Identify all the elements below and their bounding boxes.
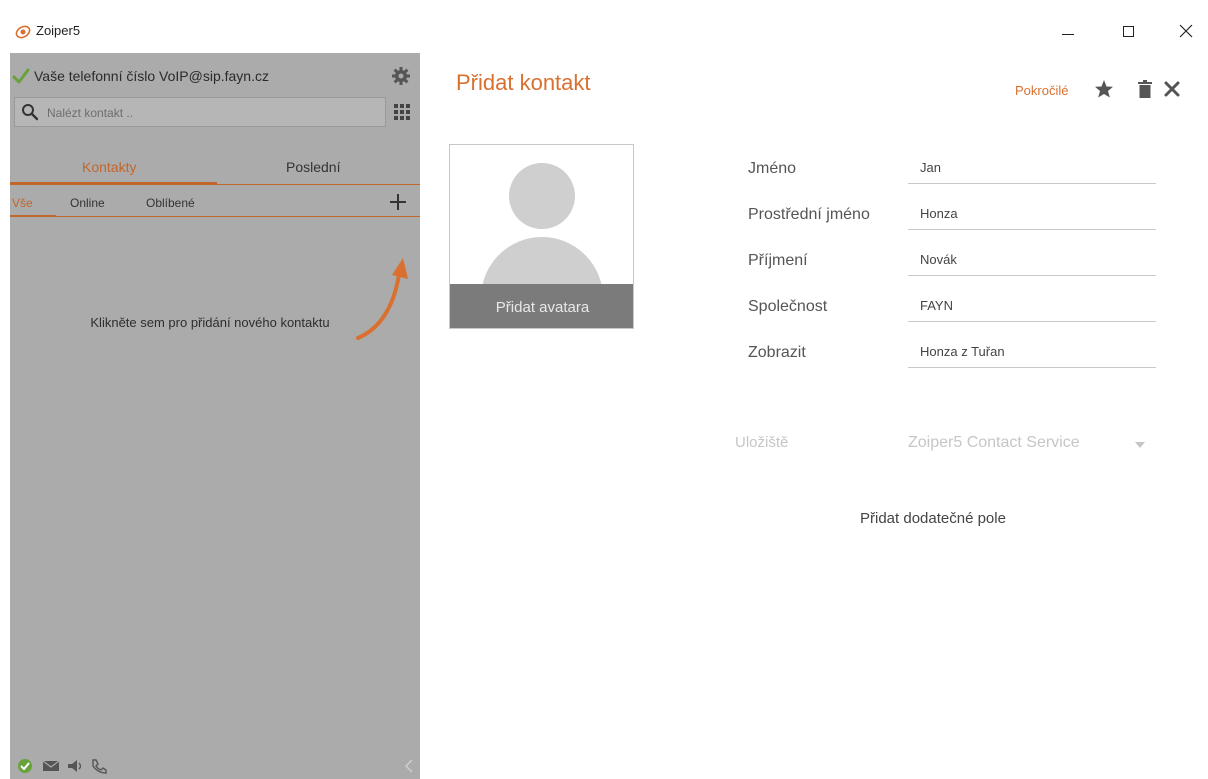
- last-name-field[interactable]: Novák: [908, 250, 1156, 276]
- window-title: Zoiper5: [36, 23, 81, 38]
- contact-filter-tabs: Vše Online Oblíbené: [10, 191, 420, 217]
- active-tab-indicator: [10, 182, 217, 185]
- first-name-label: Jméno: [748, 160, 797, 177]
- company-label: Společnost: [748, 298, 828, 315]
- add-contact-plus-icon[interactable]: [388, 192, 408, 212]
- storage-select[interactable]: Zoiper5 Contact Service: [908, 434, 1080, 452]
- account-label: Vaše telefonní číslo VoIP@sip.fayn.cz: [34, 68, 269, 84]
- messages-icon[interactable]: [42, 758, 60, 774]
- filter-all[interactable]: Vše: [12, 196, 33, 210]
- tab-contacts[interactable]: Kontakty: [82, 159, 136, 175]
- storage-label: Uložiště: [735, 434, 789, 451]
- trash-icon[interactable]: [1136, 79, 1154, 99]
- title-bar: Zoiper5: [0, 0, 1208, 53]
- avatar-placeholder-head: [509, 163, 575, 229]
- avatar[interactable]: Přidat avatara: [449, 144, 634, 329]
- minimize-icon: [1062, 33, 1074, 35]
- display-name-field[interactable]: Honza z Tuřan: [908, 342, 1156, 368]
- gear-icon[interactable]: [391, 66, 411, 86]
- zoiper-logo-icon: [15, 25, 31, 39]
- contacts-sidebar: Vaše telefonní číslo VoIP@sip.fayn.cz Na…: [10, 53, 420, 779]
- add-avatar-button[interactable]: Přidat avatara: [450, 284, 633, 328]
- display-name-label: Zobrazit: [748, 344, 806, 361]
- filter-favorites[interactable]: Oblíbené: [146, 196, 195, 210]
- search-input[interactable]: [47, 103, 377, 123]
- sidebar-footer: [10, 753, 420, 779]
- hint-arrow-icon: [356, 258, 408, 340]
- tab-recent[interactable]: Poslední: [286, 159, 340, 175]
- close-window-button[interactable]: [1172, 18, 1200, 44]
- call-icon[interactable]: [90, 758, 108, 774]
- advanced-link[interactable]: Pokročilé: [1015, 83, 1068, 98]
- dialpad-icon[interactable]: [393, 103, 411, 121]
- maximize-icon: [1122, 25, 1134, 37]
- filter-online[interactable]: Online: [70, 196, 105, 210]
- close-form-icon[interactable]: [1163, 80, 1181, 98]
- chevron-down-icon[interactable]: [1135, 441, 1145, 449]
- first-name-field[interactable]: Jan: [908, 158, 1156, 184]
- account-status[interactable]: Vaše telefonní číslo VoIP@sip.fayn.cz: [10, 61, 420, 91]
- star-icon[interactable]: [1094, 79, 1114, 99]
- company-field[interactable]: FAYN: [908, 296, 1156, 322]
- middle-name-label: Prostřední jméno: [748, 206, 870, 223]
- last-name-label: Příjmení: [748, 252, 808, 269]
- search-icon: [22, 104, 39, 121]
- search-box[interactable]: [14, 97, 386, 127]
- empty-contacts-hint: Klikněte sem pro přidání nového kontaktu: [90, 315, 330, 330]
- sidebar-tabs: Kontakty Poslední: [10, 153, 420, 185]
- status-ok-icon[interactable]: [16, 758, 34, 774]
- middle-name-field[interactable]: Honza: [908, 204, 1156, 230]
- active-filter-indicator: [10, 215, 56, 217]
- close-icon: [1179, 24, 1193, 38]
- collapse-sidebar-icon[interactable]: [402, 757, 416, 775]
- add-extra-field-button[interactable]: Přidat dodatečné pole: [860, 510, 1006, 527]
- page-title: Přidat kontakt: [456, 70, 591, 95]
- check-icon: [12, 68, 30, 84]
- maximize-button[interactable]: [1114, 18, 1142, 44]
- volume-icon[interactable]: [66, 758, 84, 774]
- minimize-button[interactable]: [1054, 18, 1082, 44]
